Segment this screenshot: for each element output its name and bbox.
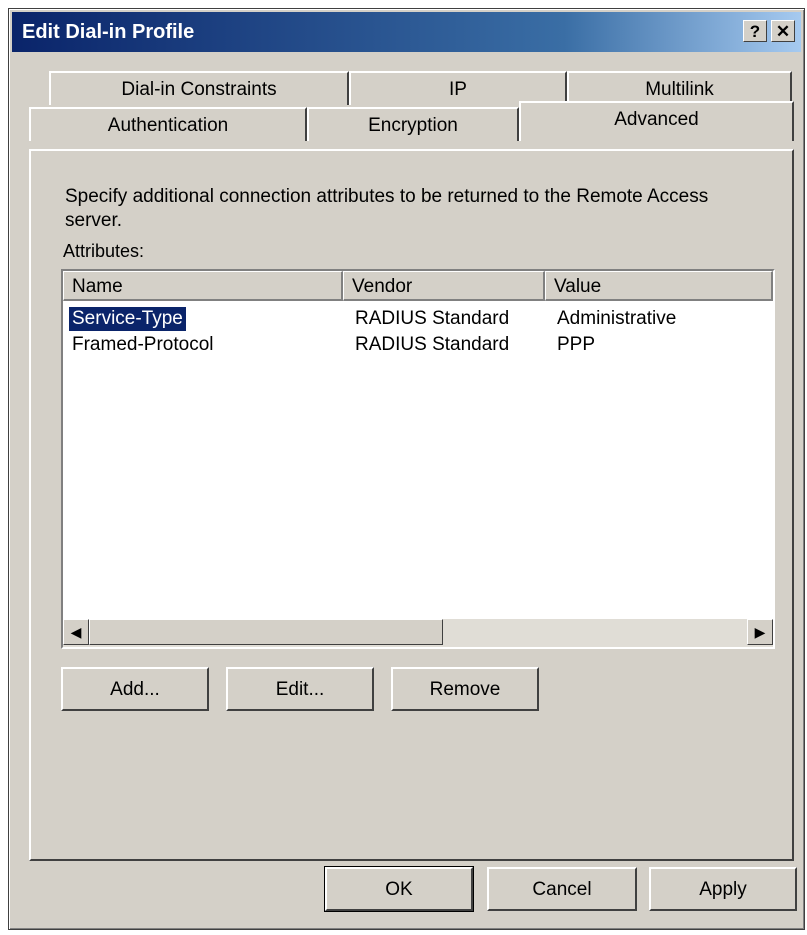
attribute-name: Framed-Protocol xyxy=(72,334,214,355)
close-icon: ✕ xyxy=(775,22,791,41)
scroll-right-button[interactable]: ▶ xyxy=(747,619,773,645)
tab-dial-in-constraints[interactable]: Dial-in Constraints xyxy=(49,71,349,105)
remove-button[interactable]: Remove xyxy=(391,667,539,711)
tab-label: Encryption xyxy=(368,115,458,136)
apply-button[interactable]: Apply xyxy=(649,867,797,911)
attributes-list[interactable]: Name Vendor Value Service-Type RADIUS St… xyxy=(61,269,775,649)
tab-label: Advanced xyxy=(614,109,699,130)
tab-multilink[interactable]: Multilink xyxy=(567,71,792,105)
tab-ip[interactable]: IP xyxy=(349,71,567,105)
window-title: Edit Dial-in Profile xyxy=(22,21,195,43)
attribute-vendor: RADIUS Standard xyxy=(355,308,510,329)
tab-advanced[interactable]: Advanced xyxy=(519,101,794,141)
scroll-left-button[interactable]: ◀ xyxy=(63,619,89,645)
help-button[interactable]: ? xyxy=(743,20,767,42)
attribute-value: PPP xyxy=(557,334,596,355)
scroll-thumb[interactable] xyxy=(89,619,443,645)
attribute-name: Service-Type xyxy=(68,306,187,332)
close-button[interactable]: ✕ xyxy=(771,20,795,42)
column-header-name[interactable]: Name xyxy=(63,271,343,301)
tab-label: Authentication xyxy=(107,115,229,136)
title-bar: Edit Dial-in Profile ? ✕ xyxy=(12,12,801,52)
advanced-tab-panel: Specify additional connection attributes… xyxy=(29,149,794,861)
add-button[interactable]: Add... xyxy=(61,667,209,711)
horizontal-scrollbar[interactable]: ◀ ▶ xyxy=(63,619,773,647)
dialog-window: Edit Dial-in Profile ? ✕ Dial-in Constra… xyxy=(8,8,805,930)
description-text: Specify additional connection attributes… xyxy=(65,186,709,231)
tab-label: Multilink xyxy=(645,79,714,100)
tab-encryption[interactable]: Encryption xyxy=(307,107,519,141)
attribute-value: Administrative xyxy=(557,308,677,329)
attributes-label: Attributes: xyxy=(63,241,145,261)
right-arrow-icon: ▶ xyxy=(754,624,766,640)
tab-authentication[interactable]: Authentication xyxy=(29,107,307,141)
left-arrow-icon: ◀ xyxy=(70,624,82,640)
column-header-value[interactable]: Value xyxy=(545,271,773,301)
edit-button[interactable]: Edit... xyxy=(226,667,374,711)
tab-label: Dial-in Constraints xyxy=(121,79,277,100)
tab-label: IP xyxy=(449,79,467,100)
cancel-button[interactable]: Cancel xyxy=(487,867,637,911)
attribute-vendor: RADIUS Standard xyxy=(355,334,510,355)
column-header-vendor[interactable]: Vendor xyxy=(343,271,545,301)
help-icon: ? xyxy=(749,22,761,41)
ok-button[interactable]: OK xyxy=(324,866,474,912)
